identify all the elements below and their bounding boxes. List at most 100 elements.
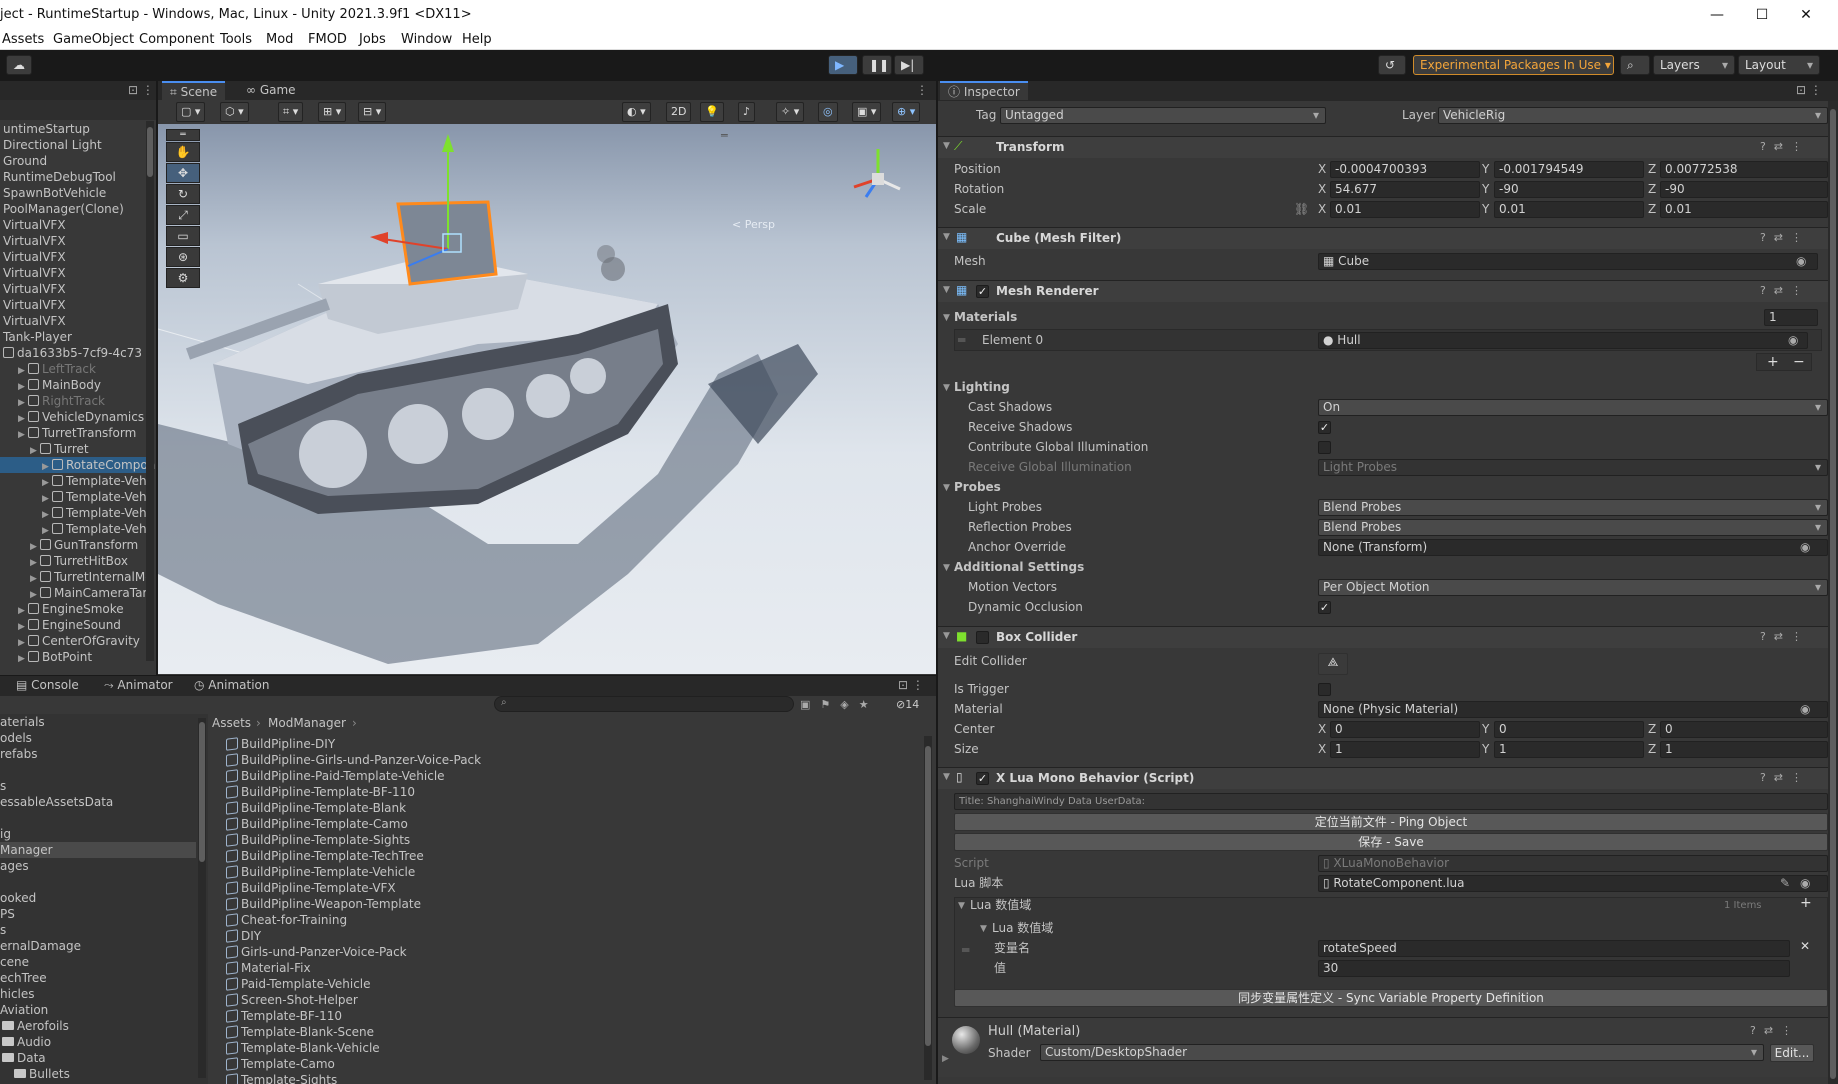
minimize-button[interactable]: — [1697,4,1737,26]
size-y-field[interactable]: 1 [1494,741,1644,758]
asset-item[interactable]: Paid-Template-Vehicle [226,976,371,992]
folder-tree-item[interactable]: s [0,778,196,794]
hierarchy-item[interactable]: VirtualVFX [0,217,146,233]
foldout-arrow[interactable]: ▼ [943,313,950,323]
menu-tools[interactable]: Tools [220,32,252,47]
hierarchy-item[interactable]: ▶ RotateCompon [0,457,155,473]
hierarchy-item[interactable]: ▶ LeftTrack [0,361,146,377]
center-y-field[interactable]: 0 [1494,721,1644,738]
hierarchy-item[interactable]: VirtualVFX [0,297,146,313]
play-button[interactable]: ▶ [828,55,858,75]
inspector-scrollbar[interactable] [1828,101,1838,1084]
component-menu-icons[interactable]: ?⇄⋮ [1760,231,1810,244]
menu-window[interactable]: Window [401,32,452,47]
save-button[interactable]: 保存 - Save [954,833,1828,851]
hierarchy-item[interactable]: PoolManager(Clone) [0,201,146,217]
var-name-field[interactable]: rotateSpeed [1318,940,1790,957]
scale-y-field[interactable]: 0.01 [1494,201,1644,218]
size-x-field[interactable]: 1 [1330,741,1480,758]
menu-help[interactable]: Help [462,32,492,47]
asset-item[interactable]: BuildPipline-Weapon-Template [226,896,421,912]
folder-tree-item[interactable]: ernalDamage [0,938,196,954]
mesh-renderer-enabled-checkbox[interactable]: ✓ [976,285,989,298]
folder-tree-item[interactable]: cene [0,954,196,970]
hierarchy-item[interactable]: ▶ Template-Vehi [0,505,150,521]
edit-pencil-icon[interactable]: ✎ [1780,875,1790,892]
move-tool-icon[interactable]: ✥ [166,163,200,183]
hierarchy-item[interactable]: ▶ BotPoint [0,649,146,665]
scene-menu-icon[interactable]: ⋮ [908,81,936,100]
hierarchy-item[interactable]: ▶ TurretInternalMo [0,569,153,585]
materials-count-field[interactable]: 1 [1764,309,1818,326]
component-menu-icons[interactable]: ?⇄⋮ [1760,630,1810,643]
box-collider-enabled-checkbox[interactable] [976,631,989,644]
hierarchy-item[interactable]: ▶ RightTrack [0,393,146,409]
reflection-probes-dropdown[interactable]: Blend Probes [1318,519,1828,536]
transform-tool-icon[interactable]: ⊛ [166,247,200,267]
folder-tree-item[interactable]: Manager [0,842,196,858]
lock-icon[interactable]: ⊡ ⋮ [120,81,156,100]
foldout-arrow[interactable]: ▼ [943,383,950,393]
position-z-axis-label[interactable]: Z [1648,161,1656,178]
hierarchy-item[interactable]: untimeStartup [0,121,146,137]
center-z-axis-label[interactable]: Z [1648,721,1656,738]
visibility-icon[interactable]: ◎ [818,102,838,122]
position-y-field[interactable]: -0.001794549 [1494,161,1644,178]
foldout-arrow[interactable]: ▼ [943,563,950,573]
expand-arrow-icon[interactable]: ▶ [18,651,28,667]
motion-vectors-dropdown[interactable]: Per Object Motion [1318,579,1828,596]
history-icon[interactable]: ↺ [1378,55,1406,75]
hierarchy-item[interactable]: ▶ CenterOfGravity [0,633,146,649]
anchor-override-field[interactable]: None (Transform) [1318,539,1828,556]
hierarchy-item[interactable]: ▶ MainCameraTarg [0,585,155,601]
folder-tree-item[interactable]: aterials [0,714,196,730]
rotation-z-field[interactable]: -90 [1660,181,1828,198]
menu-mod[interactable]: Mod [266,32,293,47]
asset-item[interactable]: BuildPipline-Template-Sights [226,832,410,848]
center-z-field[interactable]: 0 [1660,721,1828,738]
rotation-x-axis-label[interactable]: X [1318,181,1326,198]
hierarchy-item[interactable]: ▶ EngineSmoke [0,601,146,617]
shading-dropdown[interactable]: ◐ ▾ [622,102,651,122]
light-probes-dropdown[interactable]: Blend Probes [1318,499,1828,516]
hierarchy-item[interactable]: ▶ Turret [0,441,146,457]
hierarchy-item[interactable]: ▶ Template-Vehi [0,521,150,537]
lua-behavior-header[interactable]: ▼ ▯ ✓ X Lua Mono Behavior (Script) ?⇄⋮ [938,767,1828,789]
folder-tree-item[interactable]: ages [0,858,196,874]
scene-handle-icon[interactable]: ═ [721,129,728,142]
audio-icon[interactable]: ♪ [738,102,756,122]
maximize-button[interactable]: ☐ [1742,4,1782,26]
shader-dropdown[interactable]: Custom/DesktopShader [1040,1044,1764,1061]
search-icon[interactable]: ⌕ [1620,55,1650,75]
folder-tree-item[interactable]: refabs [0,746,196,762]
folder-tree-item[interactable]: Audio [0,1034,196,1050]
element0-field[interactable]: ● Hull [1318,332,1808,349]
camera-dropdown[interactable]: ▣ ▾ [852,102,882,122]
hierarchy-item[interactable]: da1633b5-7cf9-4c73 [0,345,146,361]
menu-fmod[interactable]: FMOD [308,32,347,47]
experimental-packages-button[interactable]: Experimental Packages In Use ▾ [1413,55,1614,75]
hierarchy-item[interactable]: Ground [0,153,146,169]
object-picker-icon[interactable]: ◉ [1800,539,1810,556]
asset-item[interactable]: DIY [226,928,261,944]
breadcrumb-assets[interactable]: Assets [212,716,251,730]
scale-x-axis-label[interactable]: X [1318,201,1326,218]
toggle-2d-button[interactable]: 2D [666,102,692,122]
tab-animator[interactable]: ⤳ Animator [96,676,181,695]
hierarchy-item[interactable]: ▶ GunTransform [0,537,146,553]
hierarchy-item[interactable]: VirtualVFX [0,249,146,265]
collider-material-field[interactable]: None (Physic Material) [1318,701,1828,718]
drag-handle-icon[interactable]: ═ [962,942,969,959]
center-x-field[interactable]: 0 [1330,721,1480,738]
add-icon[interactable]: + [1767,354,1779,370]
folder-tree-item[interactable]: echTree [0,970,196,986]
component-menu-icons[interactable]: ?⇄⋮ [1760,284,1810,297]
menu-gameobject[interactable]: GameObject [53,32,134,47]
menu-jobs[interactable]: Jobs [359,32,386,47]
hierarchy-search-bar[interactable] [0,100,156,120]
asset-item[interactable]: BuildPipline-Template-Vehicle [226,864,415,880]
rect-tool-icon[interactable]: ▭ [166,226,200,246]
remove-item-icon[interactable]: ✕ [1800,938,1810,955]
asset-item[interactable]: BuildPipline-Template-VFX [226,880,396,896]
folder-tree-item[interactable]: hicles [0,986,196,1002]
